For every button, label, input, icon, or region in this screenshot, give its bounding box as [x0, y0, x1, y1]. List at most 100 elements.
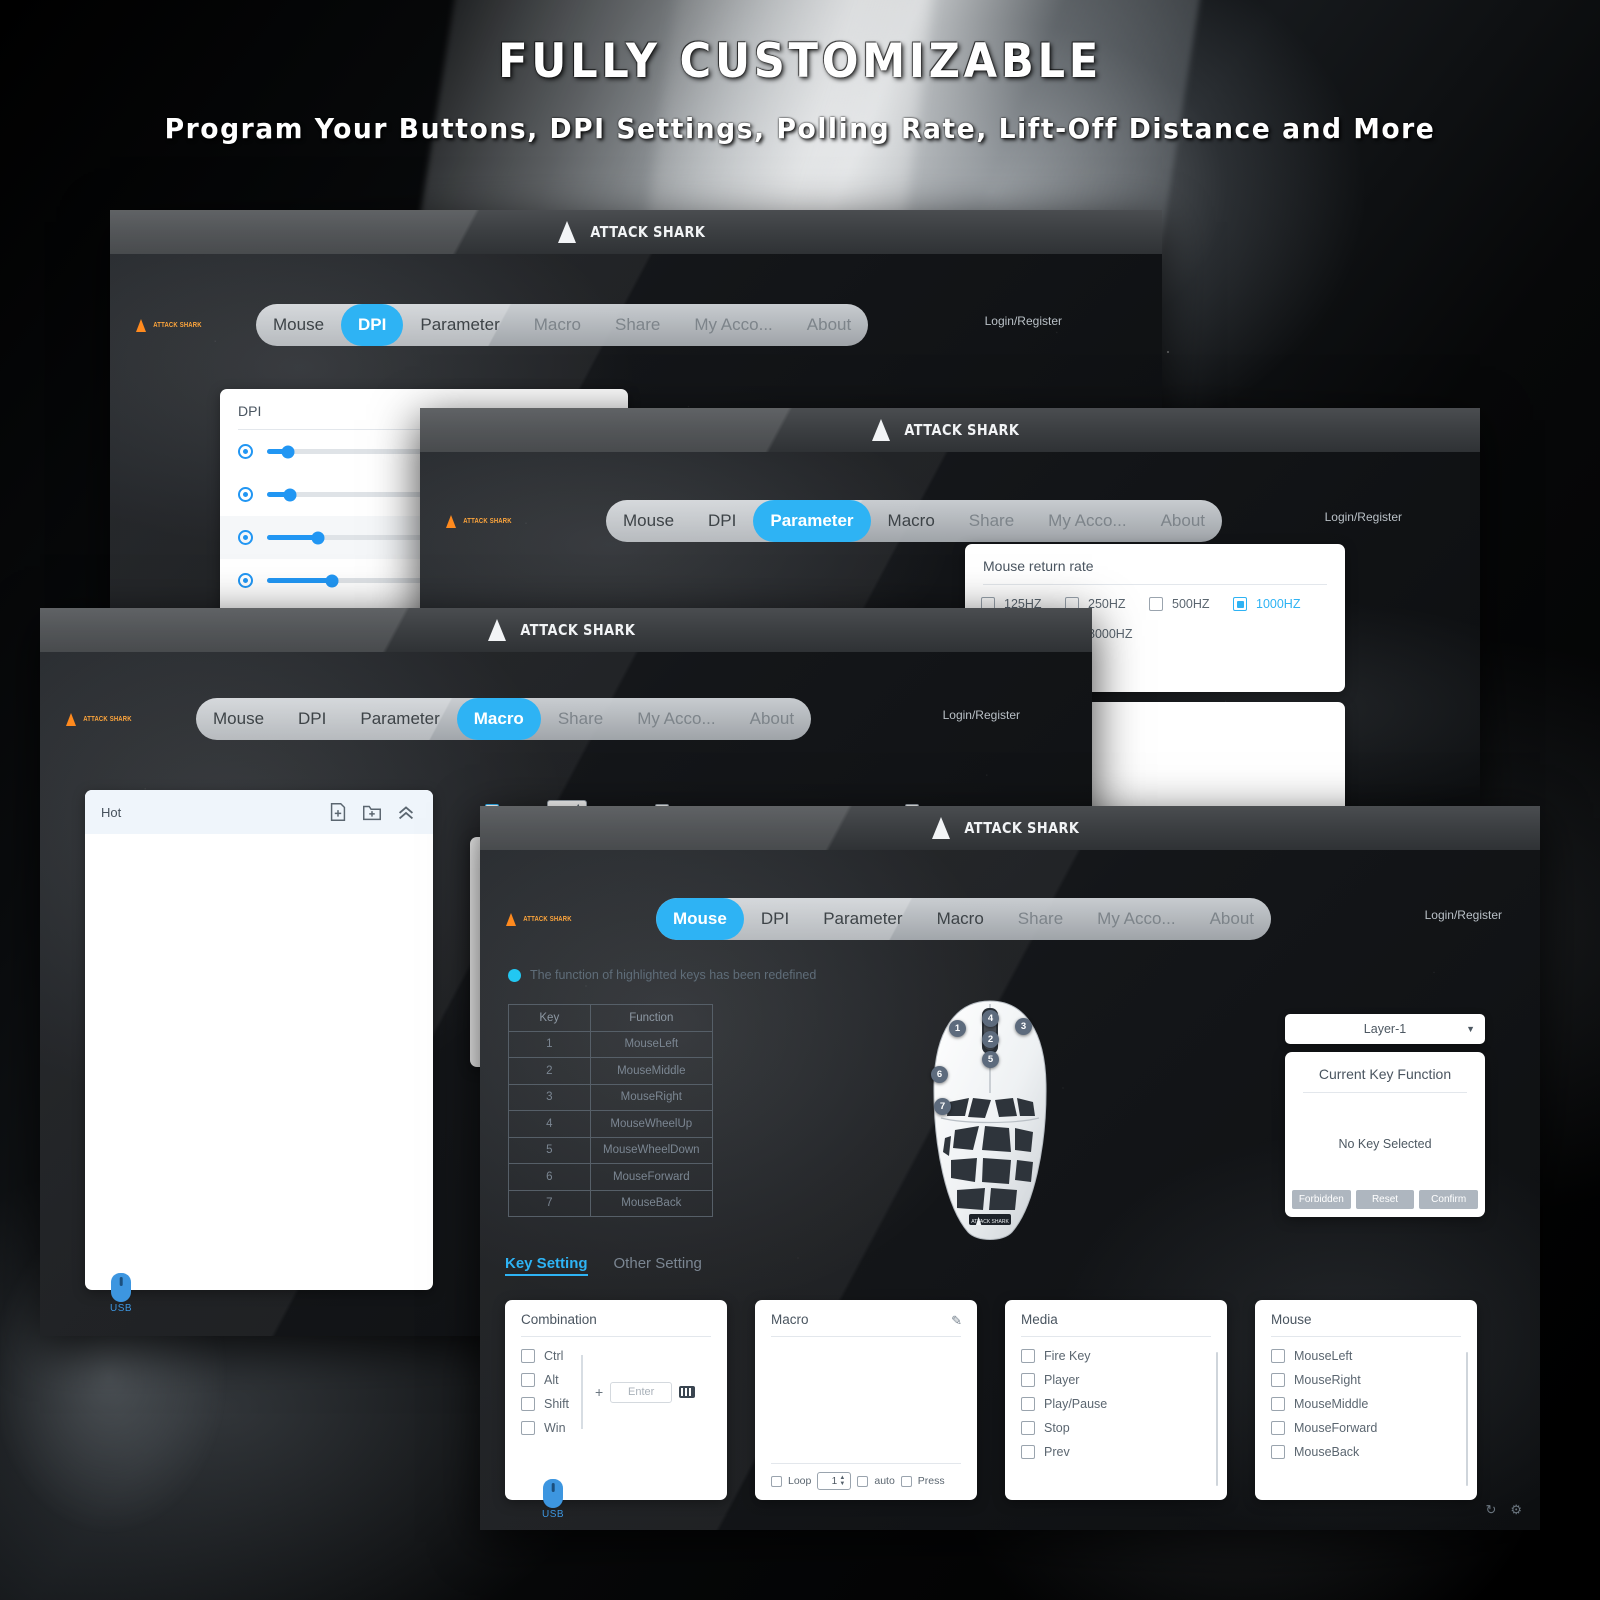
mouse-function-item[interactable]: MouseRight: [1271, 1373, 1461, 1387]
login-register-link[interactable]: Login/Register: [943, 708, 1020, 722]
macro-loop-checkbox[interactable]: [771, 1475, 782, 1487]
callout-7[interactable]: 7: [934, 1098, 951, 1115]
tab-share[interactable]: Share: [541, 698, 620, 740]
callout-1[interactable]: 1: [949, 1020, 966, 1037]
mouse-function-list[interactable]: MouseLeft MouseRight MouseMiddle MouseForwa…: [1255, 1337, 1477, 1459]
chevron-down-icon[interactable]: ▼: [1466, 1024, 1475, 1034]
return-rate-option[interactable]: 1000HZ: [1233, 597, 1317, 611]
current-key-function-buttons[interactable]: Forbidden Reset Confirm: [1285, 1190, 1485, 1209]
media-item[interactable]: Stop: [1021, 1421, 1211, 1435]
tab-share[interactable]: Share: [1001, 898, 1080, 940]
dpi-enable-radio[interactable]: [238, 444, 253, 459]
layer-select[interactable]: Layer-1 ▼: [1285, 1014, 1485, 1044]
tab-share[interactable]: Share: [952, 500, 1031, 542]
tab-mouse[interactable]: Mouse: [256, 304, 341, 346]
forbidden-button[interactable]: Forbidden: [1292, 1190, 1351, 1209]
modifier-item[interactable]: Win: [521, 1421, 569, 1435]
tab-my-account[interactable]: My Acco...: [677, 304, 789, 346]
macro-auto-checkbox[interactable]: [857, 1475, 869, 1487]
table-row[interactable]: 6 MouseForward: [508, 1163, 714, 1191]
tab-key-setting[interactable]: Key Setting: [505, 1255, 588, 1276]
status-icons[interactable]: ↻ ⚙: [1485, 1502, 1522, 1518]
table-row[interactable]: 3 MouseRight: [508, 1083, 714, 1111]
callout-3[interactable]: 3: [1015, 1018, 1032, 1035]
modifier-item[interactable]: Alt: [521, 1373, 569, 1387]
mouse-function-item-checkbox[interactable]: [1271, 1349, 1285, 1363]
mouse-function-item-checkbox[interactable]: [1271, 1373, 1285, 1387]
tab-parameter[interactable]: Parameter: [403, 304, 516, 346]
media-item-checkbox[interactable]: [1021, 1397, 1035, 1411]
mouse-function-item[interactable]: MouseMiddle: [1271, 1397, 1461, 1411]
tab-about[interactable]: About: [790, 304, 868, 346]
table-row[interactable]: 2 MouseMiddle: [508, 1057, 714, 1085]
tab-macro[interactable]: Macro: [871, 500, 952, 542]
media-item-checkbox[interactable]: [1021, 1421, 1035, 1435]
media-item-checkbox[interactable]: [1021, 1445, 1035, 1459]
table-row[interactable]: 4 MouseWheelUp: [508, 1110, 714, 1138]
tab-macro[interactable]: Macro: [920, 898, 1001, 940]
reset-button[interactable]: Reset: [1355, 1190, 1415, 1209]
tab-my-account[interactable]: My Acco...: [1080, 898, 1192, 940]
media-item[interactable]: Player: [1021, 1373, 1211, 1387]
modifier-item-checkbox[interactable]: [521, 1397, 535, 1411]
login-register-link[interactable]: Login/Register: [1425, 908, 1502, 922]
callout-2[interactable]: 2: [982, 1031, 999, 1048]
add-file-icon[interactable]: [327, 801, 349, 823]
return-rate-checkbox[interactable]: [1233, 597, 1247, 611]
dpi-enable-radio[interactable]: [238, 573, 253, 588]
add-folder-icon[interactable]: [361, 801, 383, 823]
tab-my-account[interactable]: My Acco...: [1031, 500, 1143, 542]
media-item-list[interactable]: Fire Key Player Play/Pause Stop Prev: [1005, 1337, 1227, 1459]
key-input[interactable]: Enter: [610, 1381, 673, 1403]
setting-tabs[interactable]: Key Setting Other Setting: [505, 1255, 702, 1276]
confirm-button[interactable]: Confirm: [1419, 1190, 1479, 1209]
table-row[interactable]: 7 MouseBack: [508, 1189, 714, 1217]
callout-6[interactable]: 6: [931, 1066, 948, 1083]
mouse-diagram[interactable]: ATTACK SHARK 1 2 3 4 5 6 7: [925, 998, 1055, 1248]
media-item[interactable]: Fire Key: [1021, 1349, 1211, 1363]
tab-mouse[interactable]: Mouse: [606, 500, 691, 542]
tablist-mouse[interactable]: Mouse DPI Parameter Macro Share My Acco.…: [656, 898, 1272, 940]
tab-dpi[interactable]: DPI: [744, 898, 806, 940]
modifier-item-checkbox[interactable]: [521, 1421, 535, 1435]
media-item[interactable]: Play/Pause: [1021, 1397, 1211, 1411]
stepper-arrows-icon[interactable]: ▲▼: [839, 1475, 847, 1487]
modifier-item-checkbox[interactable]: [521, 1349, 535, 1363]
tab-parameter[interactable]: Parameter: [753, 500, 871, 542]
dpi-enable-radio[interactable]: [238, 487, 253, 502]
tab-my-account[interactable]: My Acco...: [620, 698, 732, 740]
tab-macro[interactable]: Macro: [517, 304, 598, 346]
tab-about[interactable]: About: [1144, 500, 1222, 542]
tab-other-setting[interactable]: Other Setting: [614, 1255, 702, 1272]
mouse-function-item-checkbox[interactable]: [1271, 1445, 1285, 1459]
tablist-macro[interactable]: Mouse DPI Parameter Macro Share My Acco.…: [196, 698, 812, 740]
key-function-table[interactable]: Key Function 1 MouseLeft 2 MouseMiddle 3 Mouse…: [508, 1004, 714, 1217]
collapse-icon[interactable]: [395, 801, 417, 823]
keyboard-icon[interactable]: [679, 1386, 696, 1398]
tablist-parameter[interactable]: Mouse DPI Parameter Macro Share My Acco.…: [606, 500, 1223, 542]
dpi-enable-radio[interactable]: [238, 530, 253, 545]
return-rate-checkbox[interactable]: [1149, 597, 1163, 611]
macro-press-checkbox[interactable]: [900, 1475, 912, 1487]
mouse-function-item-checkbox[interactable]: [1271, 1421, 1285, 1435]
macro-loop-stepper[interactable]: 1 ▲ ▼: [817, 1472, 852, 1490]
tab-parameter[interactable]: Parameter: [343, 698, 456, 740]
table-body[interactable]: 1 MouseLeft 2 MouseMiddle 3 MouseRight 4 MouseW…: [508, 1030, 714, 1217]
mouse-function-item-checkbox[interactable]: [1271, 1397, 1285, 1411]
media-item[interactable]: Prev: [1021, 1445, 1211, 1459]
window-mouse[interactable]: ATTACK SHARK ATTACK SHARK Mouse DPI Para…: [480, 806, 1540, 1530]
table-row[interactable]: 1 MouseLeft: [508, 1030, 714, 1058]
login-register-link[interactable]: Login/Register: [985, 314, 1062, 328]
tablist-dpi[interactable]: Mouse DPI Parameter Macro Share My Acco.…: [256, 304, 869, 346]
modifier-item[interactable]: Ctrl: [521, 1349, 569, 1363]
login-register-link[interactable]: Login/Register: [1325, 510, 1402, 524]
media-scrollbar[interactable]: [1215, 1352, 1218, 1486]
callout-4[interactable]: 4: [982, 1010, 999, 1027]
modifier-item-checkbox[interactable]: [521, 1373, 535, 1387]
return-rate-option[interactable]: 500HZ: [1149, 597, 1233, 611]
tab-dpi[interactable]: DPI: [691, 500, 753, 542]
tab-about[interactable]: About: [1193, 898, 1271, 940]
table-row[interactable]: 5 MouseWheelDown: [508, 1136, 714, 1164]
combination-key-entry[interactable]: + Enter: [581, 1355, 696, 1429]
tab-parameter[interactable]: Parameter: [806, 898, 919, 940]
